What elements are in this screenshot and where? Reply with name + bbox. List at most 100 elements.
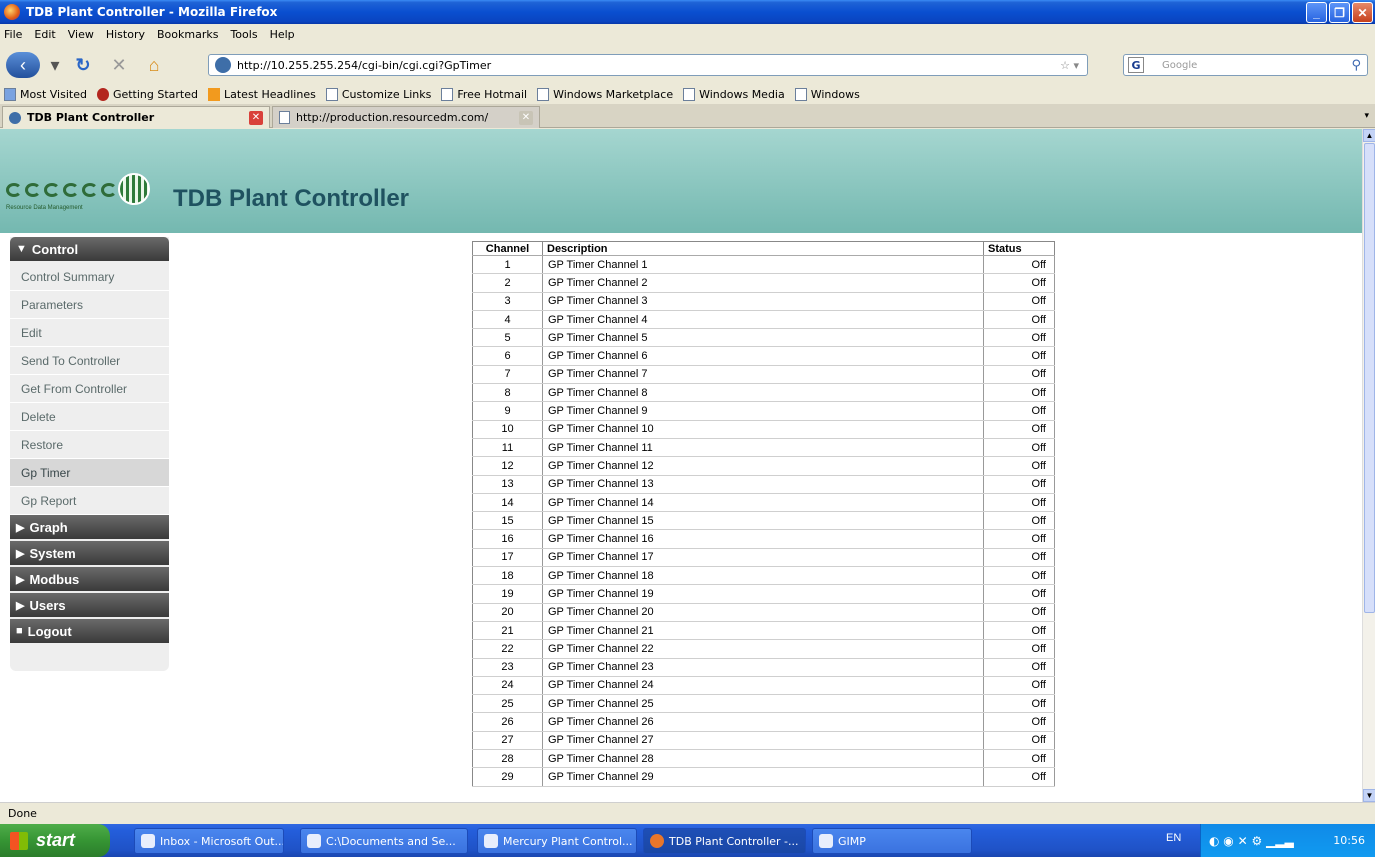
table-row: 24 GP Timer Channel 24 Off xyxy=(472,676,1055,696)
sidebar-section-modbus[interactable]: ▶ Modbus xyxy=(10,567,169,591)
tab-list-dropdown-icon[interactable]: ▾ xyxy=(1364,110,1369,121)
back-button[interactable]: ‹ xyxy=(6,52,40,78)
sidebar-item-restore[interactable]: Restore xyxy=(10,431,169,459)
menu-help[interactable]: Help xyxy=(270,28,295,41)
bookmark-windows-media[interactable]: Windows Media xyxy=(683,87,785,101)
menu-tools[interactable]: Tools xyxy=(230,28,257,41)
menu-file[interactable]: File xyxy=(4,28,22,41)
tray-icons[interactable]: ◐ ◉ ✕ ⚙ ▁▂▃ xyxy=(1209,834,1294,848)
home-icon[interactable]: ⌂ xyxy=(141,52,167,78)
menu-view[interactable]: View xyxy=(68,28,94,41)
google-engine-icon[interactable]: G xyxy=(1128,57,1144,73)
page-icon xyxy=(325,87,338,101)
scroll-up-icon[interactable]: ▲ xyxy=(1363,129,1375,142)
cell-description: GP Timer Channel 5 xyxy=(542,328,984,348)
page-icon xyxy=(279,111,290,124)
taskbar-item-outlook[interactable]: Inbox - Microsoft Out... xyxy=(134,828,284,854)
table-row: 8 GP Timer Channel 8 Off xyxy=(472,383,1055,403)
tab-bar: TDB Plant Controller ✕ http://production… xyxy=(0,104,1375,128)
clock[interactable]: 10:56 xyxy=(1333,834,1365,847)
url-text[interactable]: http://10.255.255.254/cgi-bin/cgi.cgi?Gp… xyxy=(237,59,491,72)
menu-bar: File Edit View History Bookmarks Tools H… xyxy=(0,24,1375,44)
cell-channel: 28 xyxy=(472,749,543,769)
taskbar-item-explorer[interactable]: C:\Documents and Se... xyxy=(300,828,468,854)
start-button[interactable]: start xyxy=(0,824,110,857)
system-tray: ◐ ◉ ✕ ⚙ ▁▂▃ 10:56 xyxy=(1200,824,1375,857)
sidebar-section-graph[interactable]: ▶ Graph xyxy=(10,515,169,539)
page-icon xyxy=(537,87,550,101)
triangle-right-icon: ▶ xyxy=(16,599,25,612)
bookmark-getting-started[interactable]: Getting Started xyxy=(96,87,198,101)
menu-edit[interactable]: Edit xyxy=(34,28,55,41)
menu-bookmarks[interactable]: Bookmarks xyxy=(157,28,218,41)
forward-dropdown-icon[interactable]: ▾ xyxy=(48,52,62,78)
sidebar-section-users[interactable]: ▶ Users xyxy=(10,593,169,617)
scroll-down-icon[interactable]: ▼ xyxy=(1363,789,1375,802)
tab-tdb-plant-controller[interactable]: TDB Plant Controller ✕ xyxy=(2,106,270,128)
close-button[interactable]: ✕ xyxy=(1352,2,1373,23)
sidebar-section-control[interactable]: ▼ Control xyxy=(10,237,169,261)
vertical-scrollbar[interactable]: ▲ ▼ xyxy=(1362,129,1375,802)
cell-status: Off xyxy=(983,493,1055,513)
search-placeholder[interactable]: Google xyxy=(1162,60,1197,71)
cell-channel: 21 xyxy=(472,621,543,641)
bookmark-windows[interactable]: Windows xyxy=(794,87,860,101)
reload-icon[interactable]: ↻ xyxy=(70,52,96,78)
url-bar[interactable]: http://10.255.255.254/cgi-bin/cgi.cgi?Gp… xyxy=(208,54,1088,76)
sidebar-item-gp-report[interactable]: Gp Report xyxy=(10,487,169,515)
cell-channel: 1 xyxy=(472,255,543,275)
close-tab-icon[interactable]: ✕ xyxy=(249,110,263,125)
sidebar-item-delete[interactable]: Delete xyxy=(10,403,169,431)
search-icon[interactable]: ⚲ xyxy=(1351,58,1361,73)
search-box[interactable]: G Google ⚲ xyxy=(1123,54,1368,76)
table-row: 25 GP Timer Channel 25 Off xyxy=(472,694,1055,714)
table-row: 26 GP Timer Channel 26 Off xyxy=(472,712,1055,732)
bookmark-customize-links[interactable]: Customize Links xyxy=(325,87,431,101)
sidebar-item-edit[interactable]: Edit xyxy=(10,319,169,347)
tab-production-resourcedm[interactable]: http://production.resourcedm.com/ ✕ xyxy=(272,106,540,128)
gp-timer-table-container: Channel Description Status 1 GP Timer Cha… xyxy=(472,241,1055,787)
taskbar-item-tdb-plant-controller[interactable]: TDB Plant Controller -... xyxy=(643,828,806,854)
sidebar-item-get-from-controller[interactable]: Get From Controller xyxy=(10,375,169,403)
page-icon xyxy=(794,87,807,101)
table-row: 17 GP Timer Channel 17 Off xyxy=(472,548,1055,568)
taskbar-item-mercury[interactable]: Mercury Plant Control... xyxy=(477,828,637,854)
table-row: 14 GP Timer Channel 14 Off xyxy=(472,493,1055,513)
title-bar: TDB Plant Controller - Mozilla Firefox _… xyxy=(0,0,1375,24)
bookmark-most-visited[interactable]: Most Visited xyxy=(4,87,87,101)
taskbar-item-gimp[interactable]: GIMP xyxy=(812,828,972,854)
cell-status: Off xyxy=(983,365,1055,385)
bookmark-latest-headlines[interactable]: Latest Headlines xyxy=(208,87,316,101)
table-row: 1 GP Timer Channel 1 Off xyxy=(472,255,1055,275)
cell-description: GP Timer Channel 17 xyxy=(542,548,984,568)
sidebar-item-control-summary[interactable]: Control Summary xyxy=(10,263,169,291)
menu-history[interactable]: History xyxy=(106,28,145,41)
status-bar: Done xyxy=(0,802,1375,824)
cell-channel: 11 xyxy=(472,438,543,458)
rss-icon xyxy=(208,87,220,101)
cell-status: Off xyxy=(983,292,1055,311)
cell-description: GP Timer Channel 4 xyxy=(542,310,984,330)
sidebar-section-system[interactable]: ▶ System xyxy=(10,541,169,565)
site-identity-icon[interactable] xyxy=(215,57,231,73)
sidebar-item-send-to-controller[interactable]: Send To Controller xyxy=(10,347,169,375)
scrollbar-thumb[interactable] xyxy=(1364,143,1375,613)
close-tab-icon[interactable]: ✕ xyxy=(519,110,533,125)
stop-icon[interactable]: ✕ xyxy=(106,52,132,78)
language-indicator[interactable]: EN xyxy=(1166,832,1181,844)
minimize-button[interactable]: _ xyxy=(1306,2,1327,23)
sidebar-section-logout[interactable]: ■ Logout xyxy=(10,619,169,643)
triangle-right-icon: ▶ xyxy=(16,547,25,560)
cell-description: GP Timer Channel 1 xyxy=(542,255,984,275)
maximize-button[interactable]: ❐ xyxy=(1329,2,1350,23)
navigation-toolbar: ‹ ▾ ↻ ✕ ⌂ http://10.255.255.254/cgi-bin/… xyxy=(0,44,1375,84)
cell-channel: 4 xyxy=(472,310,543,330)
sidebar-item-parameters[interactable]: Parameters xyxy=(10,291,169,319)
sidebar-item-gp-timer[interactable]: Gp Timer xyxy=(10,459,169,487)
cell-status: Off xyxy=(983,639,1055,659)
bookmark-free-hotmail[interactable]: Free Hotmail xyxy=(441,87,527,101)
bookmark-windows-marketplace[interactable]: Windows Marketplace xyxy=(537,87,673,101)
bookmark-star-icon[interactable]: ☆ ▾ xyxy=(1060,59,1079,72)
cell-description: GP Timer Channel 18 xyxy=(542,566,984,586)
cell-status: Off xyxy=(983,603,1055,622)
